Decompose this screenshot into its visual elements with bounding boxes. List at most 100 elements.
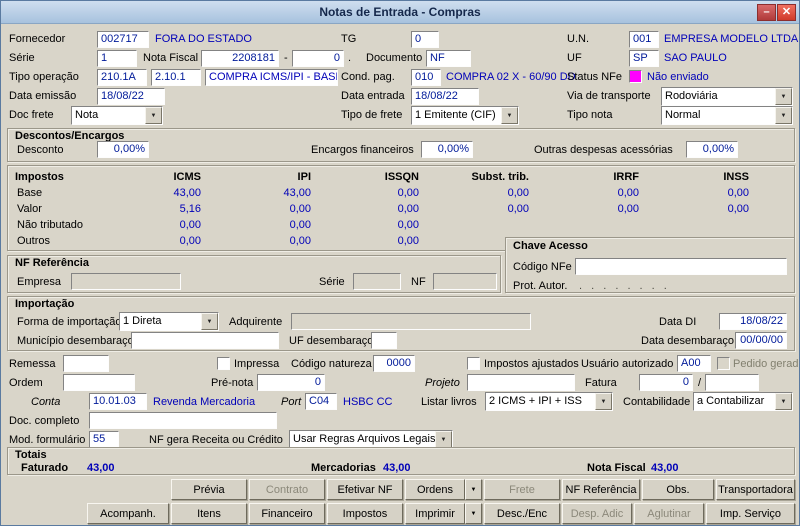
codigo-nfe-label: Código NFe	[513, 261, 572, 273]
contrato-button: Contrato	[249, 479, 325, 500]
data-di-field[interactable]: 18/08/22	[719, 313, 787, 330]
prot-autor-label: Prot. Autor.	[513, 280, 568, 292]
conta-field[interactable]: 10.01.03	[89, 393, 147, 410]
codigo-nfe-field[interactable]	[575, 258, 787, 275]
status-nfe-value: Não enviado	[647, 71, 709, 83]
impostos-value: 43,00	[283, 187, 311, 199]
port-label[interactable]: Port	[281, 396, 301, 409]
usuario-autorizado-field[interactable]: A00	[677, 355, 711, 372]
nf-ref-serie-label: Série	[319, 276, 345, 288]
tipo-frete-label: Tipo de frete	[341, 109, 403, 121]
contabilidade-combo[interactable]: a Contabilizar ▼	[693, 392, 793, 411]
documento-field[interactable]: NF	[426, 50, 471, 67]
data-emissao-field[interactable]: 18/08/22	[97, 88, 165, 105]
uf-field[interactable]: SP	[629, 50, 659, 67]
serie-field[interactable]: 1	[97, 50, 137, 67]
ordens-dropdown-button[interactable]: ▼	[465, 479, 482, 500]
chevron-down-icon[interactable]: ▼	[435, 431, 452, 448]
chevron-down-icon[interactable]: ▼	[501, 107, 518, 124]
impostos-col-subst-trib: Subst. trib.	[471, 171, 529, 183]
nota-fiscal-field[interactable]: 2208181	[201, 50, 279, 67]
previa-button[interactable]: Prévia	[171, 479, 247, 500]
via-transporte-combo[interactable]: Rodoviária ▼	[661, 87, 793, 106]
impostos-value: 0,00	[179, 235, 201, 247]
chevron-down-icon: ▼	[470, 510, 477, 517]
fatura-field[interactable]: 0	[639, 374, 693, 391]
pre-nota-field[interactable]: 0	[257, 374, 325, 391]
remessa-label: Remessa	[9, 358, 56, 370]
projeto-label[interactable]: Projeto	[425, 377, 460, 390]
un-field[interactable]: 001	[629, 31, 659, 48]
chevron-down-icon[interactable]: ▼	[775, 393, 792, 410]
cond-pag-field[interactable]: 010	[411, 69, 441, 86]
impressa-checkbox[interactable]	[217, 357, 230, 370]
listar-livros-value: 2 ICMS + IPI + ISS	[489, 395, 582, 407]
obs-button[interactable]: Obs.	[642, 479, 714, 500]
data-desembaraco-field[interactable]: 00/00/00	[735, 332, 787, 349]
remessa-field[interactable]	[63, 355, 109, 372]
municipio-desembaraco-field[interactable]	[131, 332, 279, 349]
listar-livros-combo[interactable]: 2 ICMS + IPI + ISS ▼	[485, 392, 613, 411]
fornecedor-field[interactable]: 002717	[97, 31, 149, 48]
documento-label: Documento	[366, 52, 423, 64]
prot-autor-field[interactable]: . . . . . . . .	[579, 280, 670, 293]
desconto-field[interactable]: 0,00%	[97, 141, 149, 158]
impostos-col-irrf: IRRF	[613, 171, 639, 183]
financeiro-button[interactable]: Financeiro	[249, 503, 325, 524]
doc-frete-combo[interactable]: Nota ▼	[71, 106, 163, 125]
minimize-button[interactable]: –	[757, 4, 776, 21]
chevron-down-icon[interactable]: ▼	[775, 107, 792, 124]
totais-nota-fiscal-label: Nota Fiscal	[587, 462, 646, 474]
un-description: EMPRESA MODELO LTDA	[664, 33, 799, 45]
projeto-field[interactable]	[467, 374, 575, 391]
conta-label[interactable]: Conta	[31, 396, 60, 409]
imprimir-dropdown-button[interactable]: ▼	[465, 503, 482, 524]
encargos-financeiros-field[interactable]: 0,00%	[421, 141, 473, 158]
close-button[interactable]: ✕	[777, 4, 796, 21]
titlebar[interactable]: Notas de Entrada - Compras	[1, 1, 799, 24]
data-entrada-label: Data entrada	[341, 90, 405, 102]
nfe-status-indicator	[629, 70, 642, 83]
impostos-col-issqn: ISSQN	[384, 171, 419, 183]
chevron-down-icon[interactable]: ▼	[775, 88, 792, 105]
forma-importacao-combo[interactable]: 1 Direta ▼	[119, 312, 219, 331]
acompanh-button[interactable]: Acompanh.	[87, 503, 169, 524]
nf-referencia-button[interactable]: NF Referência	[562, 479, 640, 500]
usuario-autorizado-label: Usuário autorizado	[581, 358, 674, 370]
data-entrada-field[interactable]: 18/08/22	[411, 88, 479, 105]
chevron-down-icon[interactable]: ▼	[201, 313, 218, 330]
fatura-sub-field[interactable]	[705, 374, 759, 391]
tipo-operacao-code2-field[interactable]: 2.10.1	[151, 69, 201, 86]
forma-importacao-value: 1 Direta	[123, 315, 162, 327]
tipo-nota-combo[interactable]: Normal ▼	[661, 106, 793, 125]
tipo-operacao-code1-field[interactable]: 210.1A	[97, 69, 147, 86]
impostos-value: 0,00	[397, 235, 419, 247]
impostos-value: 0,00	[397, 203, 419, 215]
impostos-ajustados-checkbox[interactable]	[467, 357, 480, 370]
mod-formulario-field[interactable]: 55	[89, 431, 119, 448]
ordem-field[interactable]	[63, 374, 135, 391]
ordens-button[interactable]: Ordens	[405, 479, 465, 500]
imp-servico-button[interactable]: Imp. Serviço	[706, 503, 795, 524]
itens-button[interactable]: Itens	[171, 503, 247, 524]
transportadora-button[interactable]: Transportadora	[716, 479, 795, 500]
efetivar-nf-button[interactable]: Efetivar NF	[327, 479, 403, 500]
tipo-frete-combo[interactable]: 1 Emitente (CIF) ▼	[411, 106, 519, 125]
chevron-down-icon[interactable]: ▼	[595, 393, 612, 410]
uf-desembaraco-field[interactable]	[371, 332, 397, 349]
tg-label: TG	[341, 33, 357, 45]
desc-enc-button[interactable]: Desc./Enc	[484, 503, 560, 524]
impostos-col-icms: ICMS	[173, 171, 202, 183]
tg-field[interactable]: 0	[411, 31, 439, 48]
municipio-desembaraco-label: Município desembaraço	[17, 335, 134, 347]
fatura-label: Fatura	[585, 377, 617, 389]
nota-fiscal-sub-field[interactable]: 0	[292, 50, 344, 67]
contabilidade-value: a Contabilizar	[697, 395, 765, 407]
outras-despesas-field[interactable]: 0,00%	[686, 141, 738, 158]
codigo-natureza-field[interactable]: 0000	[373, 355, 415, 372]
imprimir-button[interactable]: Imprimir	[405, 503, 465, 524]
doc-completo-field[interactable]	[89, 412, 277, 429]
impostos-button[interactable]: Impostos	[327, 503, 403, 524]
port-field[interactable]: C04	[305, 393, 337, 410]
chevron-down-icon[interactable]: ▼	[145, 107, 162, 124]
